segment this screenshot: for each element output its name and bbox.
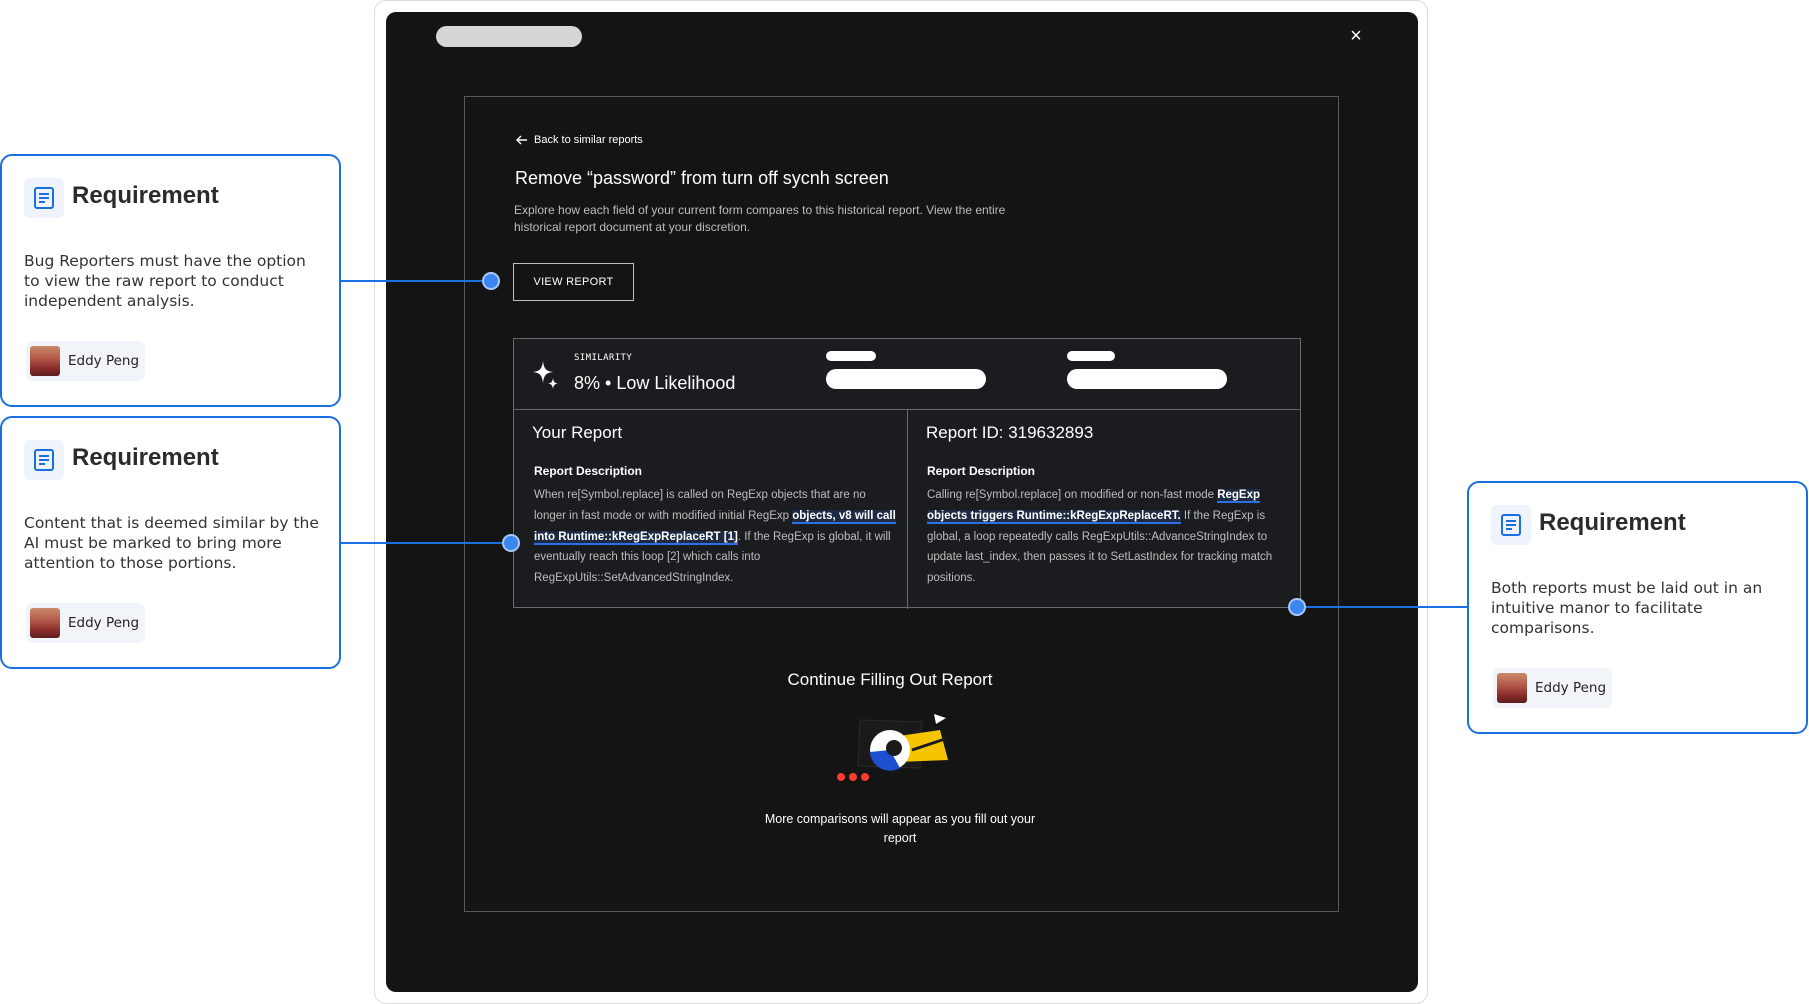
connector-line [1297,606,1468,608]
requirement-title: Requirement [72,182,219,209]
description-text: Calling re[Symbol.replace] on modified o… [927,489,1218,501]
author-name: Eddy Peng [68,615,140,631]
view-report-button[interactable]: VIEW REPORT [513,263,634,301]
requirement-text: Content that is deemed similar by the AI… [24,514,319,572]
loading-illustration [837,714,949,781]
comparison-table: SIMILARITY 8% • Low Likelihood Your Repo… [513,338,1301,609]
your-report-heading: Your Report [532,423,623,442]
author-chip: Eddy Peng [1493,668,1613,708]
requirement-text: Both reports must be laid out in an intu… [1491,579,1763,637]
author-name: Eddy Peng [1535,680,1607,696]
requirement-text: Bug Reporters must have the option to vi… [24,252,306,310]
back-link[interactable]: Back to similar reports [516,134,643,146]
your-report-description: When re[Symbol.replace] is called on Reg… [534,485,899,589]
requirement-card: Requirement Both reports must be laid ou… [1467,481,1808,734]
note-icon [24,178,64,218]
avatar [1497,673,1527,703]
historical-report-description: Calling re[Symbol.replace] on modified o… [927,485,1292,589]
similarity-header: SIMILARITY 8% • Low Likelihood [514,339,1300,410]
historical-report-subheading: Report Description [927,464,1036,478]
skeleton-line [1067,351,1115,361]
historical-report-heading: Report ID: 319632893 [926,423,1094,442]
skeleton-bar [1067,369,1227,389]
requirement-title: Requirement [72,444,219,471]
connector-line [341,542,511,544]
annotation-dot [502,534,520,552]
author-chip: Eddy Peng [26,603,146,643]
your-report-subheading: Report Description [534,464,643,478]
arrow-left-icon [516,135,527,145]
title-placeholder-pill [436,26,582,47]
page-title: Remove “password” from turn off sycnh sc… [515,168,889,188]
sparkle-icon [533,361,558,389]
continue-subtext: More comparisons will appear as you fill… [764,812,1036,845]
note-icon [24,440,64,480]
close-icon[interactable]: × [1344,24,1368,48]
similarity-value: 8% • Low Likelihood [574,373,736,393]
skeleton-bar [826,369,986,389]
annotation-dot [482,272,500,290]
annotation-dot [1288,598,1306,616]
skeleton-line [826,351,876,361]
avatar [30,608,60,638]
requirement-card: Requirement Bug Reporters must have the … [0,154,341,407]
continue-title: Continue Filling Out Report [787,670,993,689]
requirement-card: Requirement Content that is deemed simil… [0,416,341,669]
author-chip: Eddy Peng [26,341,146,381]
column-divider [907,409,908,609]
avatar [30,346,60,376]
page-description: Explore how each field of your current f… [514,203,1006,234]
requirement-title: Requirement [1539,509,1686,536]
note-icon [1491,505,1531,545]
author-name: Eddy Peng [68,353,140,369]
connector-line [341,280,491,282]
similarity-label: SIMILARITY [574,353,633,363]
back-link-label: Back to similar reports [534,134,643,146]
